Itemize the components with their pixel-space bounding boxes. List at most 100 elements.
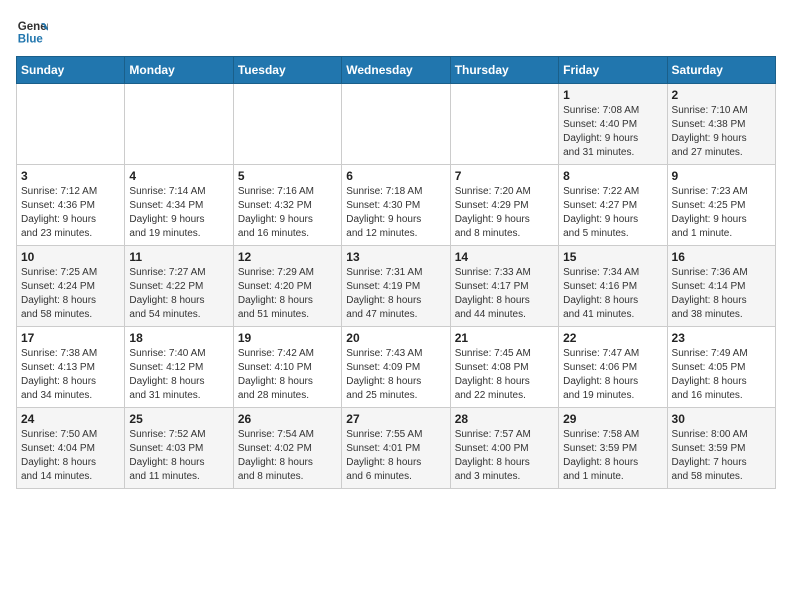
day-info: Sunrise: 7:36 AM Sunset: 4:14 PM Dayligh… <box>672 266 771 322</box>
day-number: 20 <box>346 331 445 345</box>
calendar-header-row: SundayMondayTuesdayWednesdayThursdayFrid… <box>17 57 776 84</box>
day-number: 2 <box>672 88 771 102</box>
day-cell: 20Sunrise: 7:43 AM Sunset: 4:09 PM Dayli… <box>342 327 450 408</box>
day-cell: 30Sunrise: 8:00 AM Sunset: 3:59 PM Dayli… <box>667 408 775 489</box>
day-info: Sunrise: 7:34 AM Sunset: 4:16 PM Dayligh… <box>563 266 662 322</box>
day-number: 22 <box>563 331 662 345</box>
day-info: Sunrise: 7:10 AM Sunset: 4:38 PM Dayligh… <box>672 104 771 160</box>
day-cell: 9 Sunrise: 7:23 AM Sunset: 4:25 PM Daylig… <box>667 165 775 246</box>
day-number: 12 <box>238 250 337 264</box>
day-number: 14 <box>455 250 554 264</box>
logo-icon: General Blue <box>16 16 48 48</box>
day-number: 21 <box>455 331 554 345</box>
day-number: 13 <box>346 250 445 264</box>
day-cell: 8Sunrise: 7:22 AM Sunset: 4:27 PM Daylig… <box>559 165 667 246</box>
calendar-table: SundayMondayTuesdayWednesdayThursdayFrid… <box>16 56 776 489</box>
day-cell: 14 Sunrise: 7:33 AM Sunset: 4:17 PM Dayli… <box>450 246 558 327</box>
week-row-2: 3Sunrise: 7:12 AM Sunset: 4:36 PM Daylig… <box>17 165 776 246</box>
day-cell <box>450 84 558 165</box>
logo: General Blue <box>16 16 48 48</box>
day-cell: 29Sunrise: 7:58 AM Sunset: 3:59 PM Dayli… <box>559 408 667 489</box>
day-cell: 11 Sunrise: 7:27 AM Sunset: 4:22 PM Dayli… <box>125 246 233 327</box>
week-row-4: 17 Sunrise: 7:38 AM Sunset: 4:13 PM Dayli… <box>17 327 776 408</box>
day-number: 11 <box>129 250 228 264</box>
day-number: 9 <box>672 169 771 183</box>
week-row-5: 24 Sunrise: 7:50 AM Sunset: 4:04 PM Dayli… <box>17 408 776 489</box>
day-info: Sunrise: 7:31 AM Sunset: 4:19 PM Dayligh… <box>346 266 445 322</box>
day-cell <box>233 84 341 165</box>
day-cell <box>125 84 233 165</box>
day-cell: 10 Sunrise: 7:25 AM Sunset: 4:24 PM Dayli… <box>17 246 125 327</box>
day-info: Sunrise: 7:45 AM Sunset: 4:08 PM Dayligh… <box>455 347 554 403</box>
day-cell: 28 Sunrise: 7:57 AM Sunset: 4:00 PM Dayli… <box>450 408 558 489</box>
day-info: Sunrise: 7:40 AM Sunset: 4:12 PM Dayligh… <box>129 347 228 403</box>
day-info: Sunrise: 7:18 AM Sunset: 4:30 PM Dayligh… <box>346 185 445 241</box>
day-info: Sunrise: 7:42 AM Sunset: 4:10 PM Dayligh… <box>238 347 337 403</box>
day-number: 28 <box>455 412 554 426</box>
day-cell: 18 Sunrise: 7:40 AM Sunset: 4:12 PM Dayli… <box>125 327 233 408</box>
day-info: Sunrise: 7:33 AM Sunset: 4:17 PM Dayligh… <box>455 266 554 322</box>
day-number: 17 <box>21 331 120 345</box>
day-number: 4 <box>129 169 228 183</box>
day-info: Sunrise: 7:29 AM Sunset: 4:20 PM Dayligh… <box>238 266 337 322</box>
column-header-sunday: Sunday <box>17 57 125 84</box>
day-cell: 25Sunrise: 7:52 AM Sunset: 4:03 PM Dayli… <box>125 408 233 489</box>
day-number: 18 <box>129 331 228 345</box>
page-header: General Blue <box>16 16 776 48</box>
day-info: Sunrise: 7:14 AM Sunset: 4:34 PM Dayligh… <box>129 185 228 241</box>
day-number: 19 <box>238 331 337 345</box>
day-info: Sunrise: 7:27 AM Sunset: 4:22 PM Dayligh… <box>129 266 228 322</box>
day-info: Sunrise: 7:47 AM Sunset: 4:06 PM Dayligh… <box>563 347 662 403</box>
day-cell: 19 Sunrise: 7:42 AM Sunset: 4:10 PM Dayli… <box>233 327 341 408</box>
column-header-friday: Friday <box>559 57 667 84</box>
day-cell: 12 Sunrise: 7:29 AM Sunset: 4:20 PM Dayli… <box>233 246 341 327</box>
day-cell: 27Sunrise: 7:55 AM Sunset: 4:01 PM Dayli… <box>342 408 450 489</box>
day-info: Sunrise: 7:50 AM Sunset: 4:04 PM Dayligh… <box>21 428 120 484</box>
day-cell: 16 Sunrise: 7:36 AM Sunset: 4:14 PM Dayli… <box>667 246 775 327</box>
day-info: Sunrise: 7:25 AM Sunset: 4:24 PM Dayligh… <box>21 266 120 322</box>
day-number: 16 <box>672 250 771 264</box>
day-info: Sunrise: 7:08 AM Sunset: 4:40 PM Dayligh… <box>563 104 662 160</box>
day-cell: 21 Sunrise: 7:45 AM Sunset: 4:08 PM Dayli… <box>450 327 558 408</box>
day-cell: 22 Sunrise: 7:47 AM Sunset: 4:06 PM Dayli… <box>559 327 667 408</box>
column-header-monday: Monday <box>125 57 233 84</box>
day-info: Sunrise: 8:00 AM Sunset: 3:59 PM Dayligh… <box>672 428 771 484</box>
day-number: 10 <box>21 250 120 264</box>
day-info: Sunrise: 7:23 AM Sunset: 4:25 PM Dayligh… <box>672 185 771 241</box>
day-cell: 7 Sunrise: 7:20 AM Sunset: 4:29 PM Daylig… <box>450 165 558 246</box>
day-number: 7 <box>455 169 554 183</box>
day-cell: 26 Sunrise: 7:54 AM Sunset: 4:02 PM Dayli… <box>233 408 341 489</box>
day-number: 23 <box>672 331 771 345</box>
day-info: Sunrise: 7:12 AM Sunset: 4:36 PM Dayligh… <box>21 185 120 241</box>
column-header-wednesday: Wednesday <box>342 57 450 84</box>
day-info: Sunrise: 7:52 AM Sunset: 4:03 PM Dayligh… <box>129 428 228 484</box>
day-info: Sunrise: 7:49 AM Sunset: 4:05 PM Dayligh… <box>672 347 771 403</box>
day-cell: 3Sunrise: 7:12 AM Sunset: 4:36 PM Daylig… <box>17 165 125 246</box>
day-cell: 5 Sunrise: 7:16 AM Sunset: 4:32 PM Daylig… <box>233 165 341 246</box>
day-cell: 2 Sunrise: 7:10 AM Sunset: 4:38 PM Daylig… <box>667 84 775 165</box>
day-number: 15 <box>563 250 662 264</box>
day-cell: 6 Sunrise: 7:18 AM Sunset: 4:30 PM Daylig… <box>342 165 450 246</box>
day-cell <box>17 84 125 165</box>
day-number: 6 <box>346 169 445 183</box>
day-number: 29 <box>563 412 662 426</box>
day-info: Sunrise: 7:55 AM Sunset: 4:01 PM Dayligh… <box>346 428 445 484</box>
day-cell: 4 Sunrise: 7:14 AM Sunset: 4:34 PM Daylig… <box>125 165 233 246</box>
day-info: Sunrise: 7:54 AM Sunset: 4:02 PM Dayligh… <box>238 428 337 484</box>
svg-text:Blue: Blue <box>18 34 44 46</box>
day-info: Sunrise: 7:22 AM Sunset: 4:27 PM Dayligh… <box>563 185 662 241</box>
week-row-1: 1 Sunrise: 7:08 AM Sunset: 4:40 PM Daylig… <box>17 84 776 165</box>
day-info: Sunrise: 7:20 AM Sunset: 4:29 PM Dayligh… <box>455 185 554 241</box>
week-row-3: 10 Sunrise: 7:25 AM Sunset: 4:24 PM Dayli… <box>17 246 776 327</box>
day-number: 5 <box>238 169 337 183</box>
day-cell: 24 Sunrise: 7:50 AM Sunset: 4:04 PM Dayli… <box>17 408 125 489</box>
day-info: Sunrise: 7:38 AM Sunset: 4:13 PM Dayligh… <box>21 347 120 403</box>
day-number: 26 <box>238 412 337 426</box>
day-cell: 23 Sunrise: 7:49 AM Sunset: 4:05 PM Dayli… <box>667 327 775 408</box>
day-info: Sunrise: 7:16 AM Sunset: 4:32 PM Dayligh… <box>238 185 337 241</box>
day-cell: 13 Sunrise: 7:31 AM Sunset: 4:19 PM Dayli… <box>342 246 450 327</box>
day-info: Sunrise: 7:57 AM Sunset: 4:00 PM Dayligh… <box>455 428 554 484</box>
day-number: 24 <box>21 412 120 426</box>
day-number: 1 <box>563 88 662 102</box>
column-header-tuesday: Tuesday <box>233 57 341 84</box>
